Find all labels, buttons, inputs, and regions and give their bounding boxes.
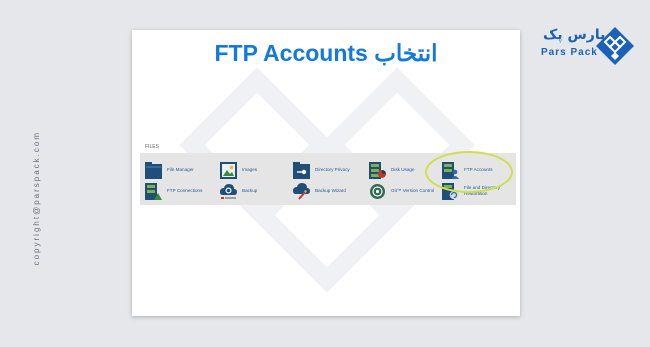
ftp-connections-icon [145, 182, 162, 200]
logo-text-en: Pars Pack [541, 47, 598, 58]
tile-images[interactable]: Images [220, 160, 292, 180]
ftp-accounts-highlight-circle [425, 151, 513, 193]
tile-label: Git™ Version Control [391, 188, 435, 193]
directory-privacy-icon [293, 161, 310, 179]
tile-file-manager[interactable]: File Manager [145, 160, 217, 180]
copyright-text: copyright@parspack.com [31, 130, 41, 266]
tile-label: Backup Wizard [315, 188, 346, 193]
backup-icon [220, 183, 237, 199]
tile-label: Images [242, 167, 258, 172]
file-manager-icon [145, 161, 162, 179]
tile-git-version-control[interactable]: Git™ Version Control [369, 181, 441, 201]
backup-wizard-icon [293, 182, 310, 200]
tile-label: Disk Usage [391, 167, 415, 172]
files-section-label: FILES [145, 144, 159, 150]
tile-label: Backup [242, 188, 258, 193]
tile-directory-privacy[interactable]: Directory Privacy [293, 160, 365, 180]
logo-diamond-icon [596, 27, 634, 65]
tile-label: FTP Connections [167, 188, 203, 193]
tile-ftp-connections[interactable]: FTP Connections [145, 181, 217, 201]
disk-usage-icon [369, 161, 386, 179]
page-title: FTP Accounts انتخاب [214, 40, 438, 66]
tile-backup-wizard[interactable]: Backup Wizard [293, 181, 365, 201]
copyright-text-container: copyright@parspack.com [30, 64, 42, 332]
tile-backup[interactable]: Backup [220, 181, 292, 201]
images-icon [220, 161, 237, 179]
tile-label: Directory Privacy [315, 167, 350, 172]
tile-label: File Manager [167, 167, 194, 172]
screenshot-card: FTP Accounts انتخاب FILES File Manager I… [132, 30, 520, 316]
git-icon [370, 183, 385, 199]
parspack-logo: پارس پک Pars Pack [539, 26, 639, 65]
